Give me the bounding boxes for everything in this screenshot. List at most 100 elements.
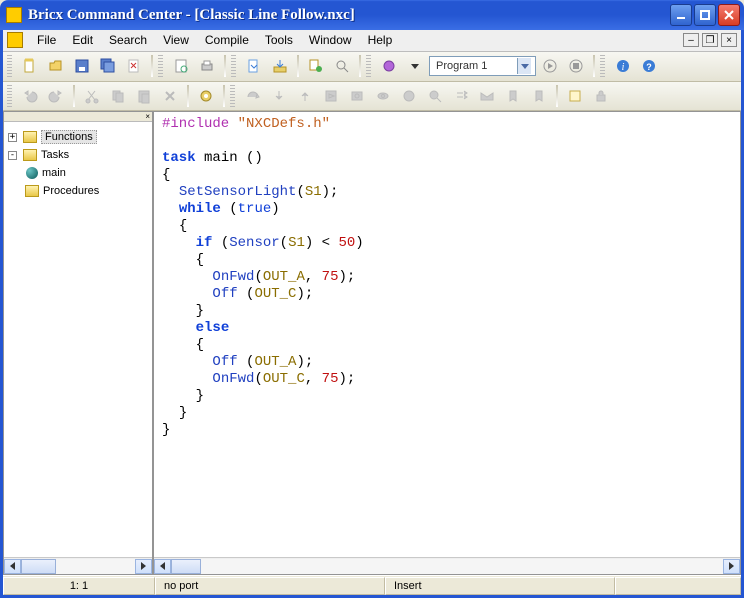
work-area: × + Functions - Tasks main Procedures: [3, 111, 741, 575]
toolbar-grip[interactable]: [7, 55, 12, 77]
svg-text:i: i: [622, 62, 625, 73]
toolbar-grip[interactable]: [366, 55, 371, 77]
replace-button[interactable]: [449, 84, 473, 108]
window-title: Bricx Command Center - [Classic Line Fol…: [28, 7, 668, 24]
sidebar-hscrollbar[interactable]: [4, 557, 152, 574]
toolbar-grip[interactable]: [7, 85, 12, 107]
editor-hscrollbar[interactable]: [154, 557, 740, 574]
step-into-button[interactable]: [267, 84, 291, 108]
download-run-button[interactable]: [304, 54, 328, 78]
next-bookmark-button[interactable]: [501, 84, 525, 108]
maximize-button[interactable]: [694, 4, 716, 26]
tree-node-functions[interactable]: + Functions: [8, 128, 150, 146]
compile-button[interactable]: [242, 54, 266, 78]
delete-button[interactable]: [158, 84, 182, 108]
toolbar-grip[interactable]: [600, 55, 605, 77]
menu-edit[interactable]: Edit: [64, 31, 101, 49]
menu-search[interactable]: Search: [101, 31, 155, 49]
scroll-thumb[interactable]: [171, 559, 201, 574]
status-insert-mode: Insert: [385, 577, 615, 595]
sidebar-header[interactable]: ×: [4, 112, 152, 122]
svg-text:?: ?: [647, 62, 653, 72]
tree-node-procedures[interactable]: Procedures: [8, 182, 150, 200]
toggle-breakpoint-button[interactable]: [397, 84, 421, 108]
open-file-button[interactable]: [44, 54, 68, 78]
scroll-right-button[interactable]: [723, 559, 740, 574]
close-file-button[interactable]: [122, 54, 146, 78]
mdi-minimize-button[interactable]: ‒: [683, 33, 699, 47]
expand-icon[interactable]: +: [8, 133, 17, 142]
motors-button[interactable]: [377, 54, 401, 78]
code-explorer-sidebar: × + Functions - Tasks main Procedures: [3, 111, 153, 575]
message-button[interactable]: [475, 84, 499, 108]
scroll-thumb[interactable]: [21, 559, 56, 574]
status-empty: [615, 577, 741, 595]
breakpoint-button[interactable]: [345, 84, 369, 108]
step-out-button[interactable]: [293, 84, 317, 108]
menu-view[interactable]: View: [155, 31, 197, 49]
toolbar-grip[interactable]: [231, 55, 236, 77]
mdi-restore-button[interactable]: ❐: [702, 33, 718, 47]
close-panel-icon[interactable]: ×: [145, 112, 150, 121]
prev-bookmark-button[interactable]: [527, 84, 551, 108]
print-preview-button[interactable]: [169, 54, 193, 78]
new-file-button[interactable]: [18, 54, 42, 78]
scroll-left-button[interactable]: [4, 559, 21, 574]
collapse-icon[interactable]: -: [8, 151, 17, 160]
notes-button[interactable]: [563, 84, 587, 108]
preferences-button[interactable]: [194, 84, 218, 108]
menu-tools[interactable]: Tools: [257, 31, 301, 49]
code-content[interactable]: #include "NXCDefs.h" task main () { SetS…: [154, 112, 740, 557]
program-select[interactable]: Program 1: [429, 56, 536, 76]
tree-node-main[interactable]: main: [8, 164, 150, 182]
tree-node-tasks[interactable]: - Tasks: [8, 146, 150, 164]
help-button[interactable]: ?: [637, 54, 661, 78]
paste-button[interactable]: [132, 84, 156, 108]
download-button[interactable]: [268, 54, 292, 78]
menu-compile[interactable]: Compile: [197, 31, 257, 49]
menu-file[interactable]: File: [29, 31, 64, 49]
toolbar-secondary: [3, 82, 741, 112]
toolbar-grip[interactable]: [230, 85, 235, 107]
step-over-button[interactable]: [241, 84, 265, 108]
info-button[interactable]: i: [611, 54, 635, 78]
window-titlebar: Bricx Command Center - [Classic Line Fol…: [0, 0, 744, 30]
run-to-cursor-button[interactable]: [319, 84, 343, 108]
code-tree[interactable]: + Functions - Tasks main Procedures: [4, 122, 152, 557]
minimize-button[interactable]: [670, 4, 692, 26]
save-button[interactable]: [70, 54, 94, 78]
stop-button[interactable]: [564, 54, 588, 78]
redo-button[interactable]: [44, 84, 68, 108]
find-brick-button[interactable]: [330, 54, 354, 78]
menu-help[interactable]: Help: [360, 31, 401, 49]
tree-node-label: Procedures: [43, 185, 99, 197]
toolbar-grip[interactable]: [158, 55, 163, 77]
task-icon: [26, 167, 38, 179]
scroll-track[interactable]: [171, 559, 723, 574]
print-button[interactable]: [195, 54, 219, 78]
scroll-track[interactable]: [21, 559, 135, 574]
status-bar: 1: 1 no port Insert: [3, 575, 741, 595]
scroll-right-button[interactable]: [135, 559, 152, 574]
close-button[interactable]: [718, 4, 740, 26]
menu-bar: File Edit Search View Compile Tools Wind…: [3, 30, 741, 52]
app-icon-small: [7, 32, 23, 48]
chevron-down-icon: [517, 58, 531, 74]
mdi-close-button[interactable]: ×: [721, 33, 737, 47]
watch-button[interactable]: [371, 84, 395, 108]
dropdown-arrow-button[interactable]: [403, 54, 427, 78]
scroll-left-button[interactable]: [154, 559, 171, 574]
toolbar-primary: Program 1 i ?: [3, 52, 741, 82]
save-all-button[interactable]: [96, 54, 120, 78]
code-editor[interactable]: #include "NXCDefs.h" task main () { SetS…: [153, 111, 741, 575]
cut-button[interactable]: [80, 84, 104, 108]
undo-button[interactable]: [18, 84, 42, 108]
lock-button[interactable]: [589, 84, 613, 108]
status-port: no port: [155, 577, 385, 595]
menu-window[interactable]: Window: [301, 31, 360, 49]
run-button[interactable]: [538, 54, 562, 78]
folder-icon: [25, 185, 39, 197]
status-cursor-position: 1: 1: [3, 577, 155, 595]
find-button[interactable]: [423, 84, 447, 108]
copy-button[interactable]: [106, 84, 130, 108]
